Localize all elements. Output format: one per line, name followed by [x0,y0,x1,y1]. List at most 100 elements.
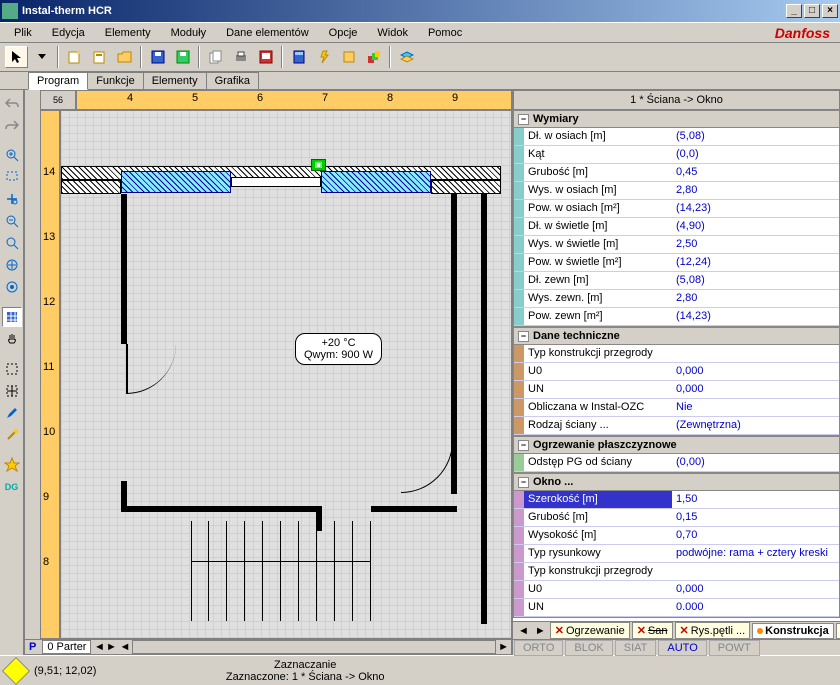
property-row[interactable]: UN0,000 [514,381,839,399]
tab-elementy[interactable]: Elementy [143,72,207,89]
mode-orto[interactable]: ORTO [514,640,563,656]
prop-value[interactable]: 0,000 [672,581,839,598]
save-icon[interactable] [146,46,169,68]
prop-value[interactable]: (4,90) [672,218,839,235]
layer-tab[interactable]: ✕Rys.pętli ... [675,622,751,639]
property-row[interactable]: Grubość [m]0,15 [514,509,839,527]
prop-value[interactable]: (0,00) [672,454,839,471]
grid-icon[interactable] [2,307,22,327]
menu-widok[interactable]: Widok [367,24,418,42]
prop-value[interactable] [672,563,839,580]
menu-moduly[interactable]: Moduły [161,24,216,42]
prop-value[interactable]: 0,000 [672,363,839,380]
prop-value[interactable] [672,345,839,362]
zoom-fit-icon[interactable] [2,233,22,253]
property-row[interactable]: Odstęp PG od ściany(0,00) [514,454,839,472]
zoom-in-icon[interactable] [2,145,22,165]
tab-grafika[interactable]: Grafika [206,72,259,89]
property-row[interactable]: Pow. zewn [m²](14,23) [514,308,839,326]
pan-icon[interactable] [2,329,22,349]
property-row[interactable]: Obliczana w Instal-OZCNie [514,399,839,417]
undo-icon[interactable] [2,93,22,113]
close-button[interactable]: × [822,4,838,18]
prop-value[interactable]: 0,15 [672,509,839,526]
property-row[interactable]: Typ rysunkowypodwójne: rama + cztery kre… [514,545,839,563]
dg-icon[interactable]: DG [2,477,22,497]
tab-program[interactable]: Program [28,72,88,90]
property-row[interactable]: Dł. w świetle [m](4,90) [514,218,839,236]
group-header[interactable]: Dane techniczne [533,330,620,342]
property-row[interactable]: Grubość [m]0,45 [514,164,839,182]
prop-value[interactable]: podwójne: rama + cztery kreski [672,545,839,562]
prop-value[interactable]: (5,08) [672,128,839,145]
h-scrollbar[interactable] [132,640,496,654]
prop-value[interactable]: (0,0) [672,146,839,163]
mode-blok[interactable]: BLOK [565,640,612,656]
prop-value[interactable]: 0.000 [672,599,839,616]
prop-value[interactable]: 2,80 [672,182,839,199]
menu-pomoc[interactable]: Pomoc [418,24,472,42]
flash-icon[interactable] [312,46,335,68]
layer-tab[interactable]: ✕San [632,622,673,639]
preview-icon[interactable] [254,46,277,68]
mode-powt[interactable]: POWT [709,640,760,656]
pencil-icon[interactable] [2,403,22,423]
prop-value[interactable]: (14,23) [672,200,839,217]
prop-value[interactable]: (12,24) [672,254,839,271]
property-row[interactable]: Kąt(0,0) [514,146,839,164]
property-row[interactable]: Typ konstrukcji przegrody [514,345,839,363]
prop-value[interactable]: 0,70 [672,527,839,544]
minimize-button[interactable]: _ [786,4,802,18]
calc-icon[interactable] [287,46,310,68]
menu-elementy[interactable]: Elementy [95,24,161,42]
mode-auto[interactable]: AUTO [658,640,706,656]
menu-plik[interactable]: Plik [4,24,42,42]
zoom-center-icon[interactable] [2,277,22,297]
layer-tab[interactable]: ✕Ogrzewanie [550,622,630,639]
prop-value[interactable]: (Zewnętrzna) [672,417,839,434]
mode-siat[interactable]: SIAT [615,640,657,656]
sheet-icon[interactable] [337,46,360,68]
prop-value[interactable]: Nie [672,399,839,416]
property-row[interactable]: Pow. w osiach [m²](14,23) [514,200,839,218]
zoom-out-icon[interactable] [2,211,22,231]
save2-icon[interactable] [171,46,194,68]
wand-icon[interactable] [2,425,22,445]
new2-icon[interactable] [88,46,111,68]
property-row[interactable]: Typ konstrukcji przegrody [514,563,839,581]
redo-icon[interactable] [2,115,22,135]
stack-icon[interactable] [362,46,385,68]
prop-value[interactable]: 1,50 [672,491,839,508]
property-row[interactable]: UN0.000 [514,599,839,617]
property-row[interactable]: U00,000 [514,581,839,599]
property-row[interactable]: Dł. zewn [m](5,08) [514,272,839,290]
select-rect-icon[interactable] [2,359,22,379]
property-row[interactable]: Rodzaj ściany ...(Zewnętrzna) [514,417,839,435]
group-header[interactable]: Wymiary [533,113,579,125]
prop-value[interactable]: 0,000 [672,381,839,398]
print-icon[interactable] [229,46,252,68]
property-row[interactable]: U00,000 [514,363,839,381]
zoom-all-icon[interactable] [2,255,22,275]
maximize-button[interactable]: □ [804,4,820,18]
zoom-rect-icon[interactable] [2,167,22,187]
select-grid-icon[interactable] [2,381,22,401]
property-row[interactable]: Wys. zewn. [m]2,80 [514,290,839,308]
new-icon[interactable] [63,46,86,68]
drawing-canvas[interactable]: ▣ +20 °C Qwym: 900 W [60,110,512,639]
property-row[interactable]: Szerokość [m]1,50 [514,491,839,509]
prop-value[interactable]: (14,23) [672,308,839,325]
property-row[interactable]: Wys. w świetle [m]2,50 [514,236,839,254]
group-header[interactable]: Ogrzewanie płaszczyznowe [533,439,677,451]
prop-value[interactable]: 2,50 [672,236,839,253]
group-header[interactable]: Okno ... [533,476,573,488]
zoom-plus-icon[interactable] [2,189,22,209]
cursor-tool[interactable] [5,46,28,68]
menu-opcje[interactable]: Opcje [319,24,368,42]
floor-selector[interactable]: 0 Parter [42,640,91,654]
property-row[interactable]: Wys. w osiach [m]2,80 [514,182,839,200]
menu-dane[interactable]: Dane elementów [216,24,319,42]
prop-value[interactable]: (5,08) [672,272,839,289]
copy-icon[interactable] [204,46,227,68]
layer-tab[interactable]: Podkład [836,623,840,639]
